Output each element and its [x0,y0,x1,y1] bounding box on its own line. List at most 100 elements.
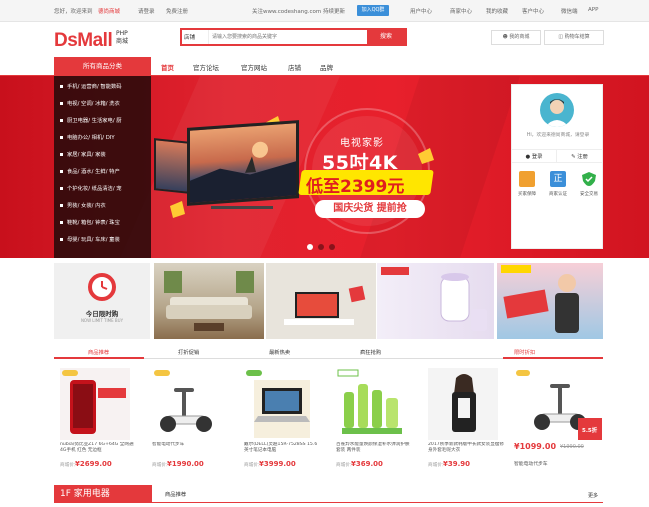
category-item[interactable]: 母婴/ 玩具/ 车床/ 童装 [60,235,120,243]
greeting-text: 您好，欢迎来到 [54,9,93,15]
person-icon: ● [525,154,531,160]
tab-limited-discount[interactable]: 限时折扣 [514,348,535,356]
all-categories-tab[interactable]: 所有商品分类 [54,57,151,76]
logo-sub-php: PHP [116,30,128,37]
product-name[interactable]: nubia/努比亚Z17 6G+64G 全网通4G手机 红色 无边框 [60,442,136,454]
tab-flash[interactable]: 疯狂抢购 [360,348,381,356]
nav-item-official-site[interactable]: 官方网站 [241,62,267,72]
product-card[interactable]: nubia/努比亚Z17 6G+64G 全网通4G手机 红色 无边框 商城价： … [54,364,136,474]
buyer-guarantee-label: 买家保障 [518,192,536,197]
nav-item-brands[interactable]: 品牌 [320,62,333,72]
topbar-link-favorites[interactable]: 我的收藏 [486,7,508,15]
merchant-verified-icon: 正 [550,171,566,187]
topbar-link-app[interactable]: APP [588,7,598,13]
search-scope-select[interactable]: 店铺 [184,33,195,41]
product-image-laptop [244,368,314,440]
logo-sub-mall: 商城 [116,38,129,45]
feature-image-fashion[interactable] [497,263,603,339]
topbar-link-wechat[interactable]: 微信端 [561,7,578,15]
tab-discount[interactable]: 打折促销 [178,348,199,356]
carousel-dot-2[interactable] [318,244,324,250]
category-item[interactable]: 家居/ 家具/ 家装 [60,150,106,158]
product-card[interactable]: 戴尔(DELL)灵越15R-7528SS 15.6英寸笔记本电脑 商城价： ¥3… [238,364,320,474]
product-image-scooter [152,368,222,440]
discount-price: ¥1099.00 [514,442,557,451]
search-button[interactable]: 搜索 [367,30,405,44]
search-bar: 店铺 搜索 [180,28,407,46]
carousel-dot-1[interactable] [307,244,313,250]
panel-login-button[interactable]: ● 登录 [512,149,557,163]
secure-trade-icon [581,171,597,187]
topbar-link-customer-center[interactable]: 客户中心 [522,7,544,15]
banner-cta-button[interactable]: 国庆尖货 提前抢 [315,200,425,218]
cart-icon: ◫ [558,34,564,40]
today-flash-sale-subtitle: NOW LIMIT TIME BUY [80,318,124,323]
category-item[interactable]: 食品/ 酒水/ 生鲜/ 特产 [60,167,120,175]
product-image-coat [428,368,498,440]
tab-limited-underline [503,357,603,359]
product-name[interactable]: 2017秋季新款韩版中长款女装显瘦修身外套毛呢大衣 [428,442,504,454]
site-logo[interactable]: DsMall [54,30,113,52]
carousel-dot-3[interactable] [329,244,335,250]
feature-image-humidifier[interactable] [377,263,494,339]
product-card[interactable]: 百雀羚水能量焕颜保湿补水弹润护肤套装 两件装 商城价： ¥369.00 [330,364,412,474]
top-bar: 您好，欢迎来到 德尚商城 请登录 免费注册 关注www.codeshang.co… [0,0,649,22]
tv-stand [211,206,273,209]
humidifier-image [381,267,487,331]
cart-button[interactable]: ◫ 购物车结算 [544,30,604,45]
user-panel: Hi，欢迎来德尚商城，请登录 ● 登录 ✎ 注册 正 买家保障 商家认证 安全交… [511,84,603,249]
product-name[interactable]: 智能电动代步车 [514,460,548,467]
product-name[interactable]: 智能电动代步车 [152,442,228,454]
product-price: ¥3999.00 [259,460,296,468]
product-card[interactable]: 2017秋季新款韩版中长款女装显瘦修身外套毛呢大衣 商城价： ¥39.90 [422,364,504,474]
category-item[interactable]: 电脑办公/ 相机/ DIY [60,133,115,141]
buyer-guarantee-icon [519,171,535,187]
floor-tab-recommended[interactable]: 商品推荐 [165,490,186,498]
category-item[interactable]: 个护化妆/ 纸品清洁/ 宠 [60,184,122,192]
category-item[interactable]: 手机/ 运营商/ 智能数码 [60,82,122,90]
secure-trade-label: 安全交易 [580,192,598,197]
logo-subtitle: PHP 商城 [116,30,128,46]
feature-image-furniture[interactable] [266,263,376,339]
nav-item-stores[interactable]: 店铺 [288,62,301,72]
furniture-image [284,285,366,325]
limited-discount-card[interactable]: 5.5折 ¥1099.00 ¥1990.00 智能电动代步车 [514,364,604,474]
product-name[interactable]: 戴尔(DELL)灵越15R-7528SS 15.6英寸笔记本电脑 [244,442,320,454]
product-name[interactable]: 百雀羚水能量焕颜保湿补水弹润护肤套装 两件装 [336,442,412,454]
product-card[interactable]: 智能电动代步车 商城价： ¥1990.00 [146,364,228,474]
my-mall-button[interactable]: ☻ 我的商城 [491,30,541,45]
banner-headline-small: 电视家影 [340,138,384,149]
product-price: ¥39.90 [443,460,471,468]
floor-title: 1F 家用电器 [54,485,152,503]
category-item[interactable]: 男装/ 女装/ 内衣 [60,201,106,209]
today-flash-sale-tile[interactable]: 今日限时购 NOW LIMIT TIME BUY [54,263,150,339]
category-item[interactable]: 鞋靴/ 箱包/ 钟表/ 珠宝 [60,218,120,226]
register-link[interactable]: 免费注册 [166,7,188,15]
panel-register-button[interactable]: ✎ 注册 [557,149,602,163]
tab-recommended[interactable]: 商品推荐 [88,348,109,356]
banner-price-text: 低至2399元 [306,177,405,197]
product-price: ¥369.00 [351,460,383,468]
search-input[interactable] [208,30,368,44]
category-item[interactable]: 厨卫电器/ 生活家电/ 厨 [60,116,122,124]
tab-active-underline [54,357,144,359]
topbar-link-seller-center[interactable]: 商家中心 [450,7,472,15]
join-qq-group-button[interactable]: 加入QQ群 [357,5,389,16]
avatar [540,93,574,127]
product-image-skincare [336,368,406,440]
edit-icon: ✎ [571,154,576,160]
feature-image-sofa[interactable] [154,263,264,339]
login-link[interactable]: 请登录 [138,7,155,15]
category-sidebar: 手机/ 运营商/ 智能数码 电视/ 空调/ 冰箱/ 洗衣 厨卫电器/ 生活家电/… [54,76,151,258]
site-name-link[interactable]: 德尚商城 [98,7,120,15]
nav-item-forum[interactable]: 官方论坛 [193,62,219,72]
fashion-image [501,265,579,333]
floor-divider [54,502,603,503]
today-flash-sale-title: 今日限时购 [85,310,119,318]
category-item[interactable]: 电视/ 空调/ 冰箱/ 洗衣 [60,99,120,107]
nav-item-home[interactable]: 首页 [161,62,174,72]
discount-badge: 5.5折 [582,428,598,434]
tab-hot[interactable]: 最新热卖 [269,348,290,356]
floor-more-link[interactable]: 更多 [588,492,598,499]
topbar-link-user-center[interactable]: 用户中心 [410,7,432,15]
